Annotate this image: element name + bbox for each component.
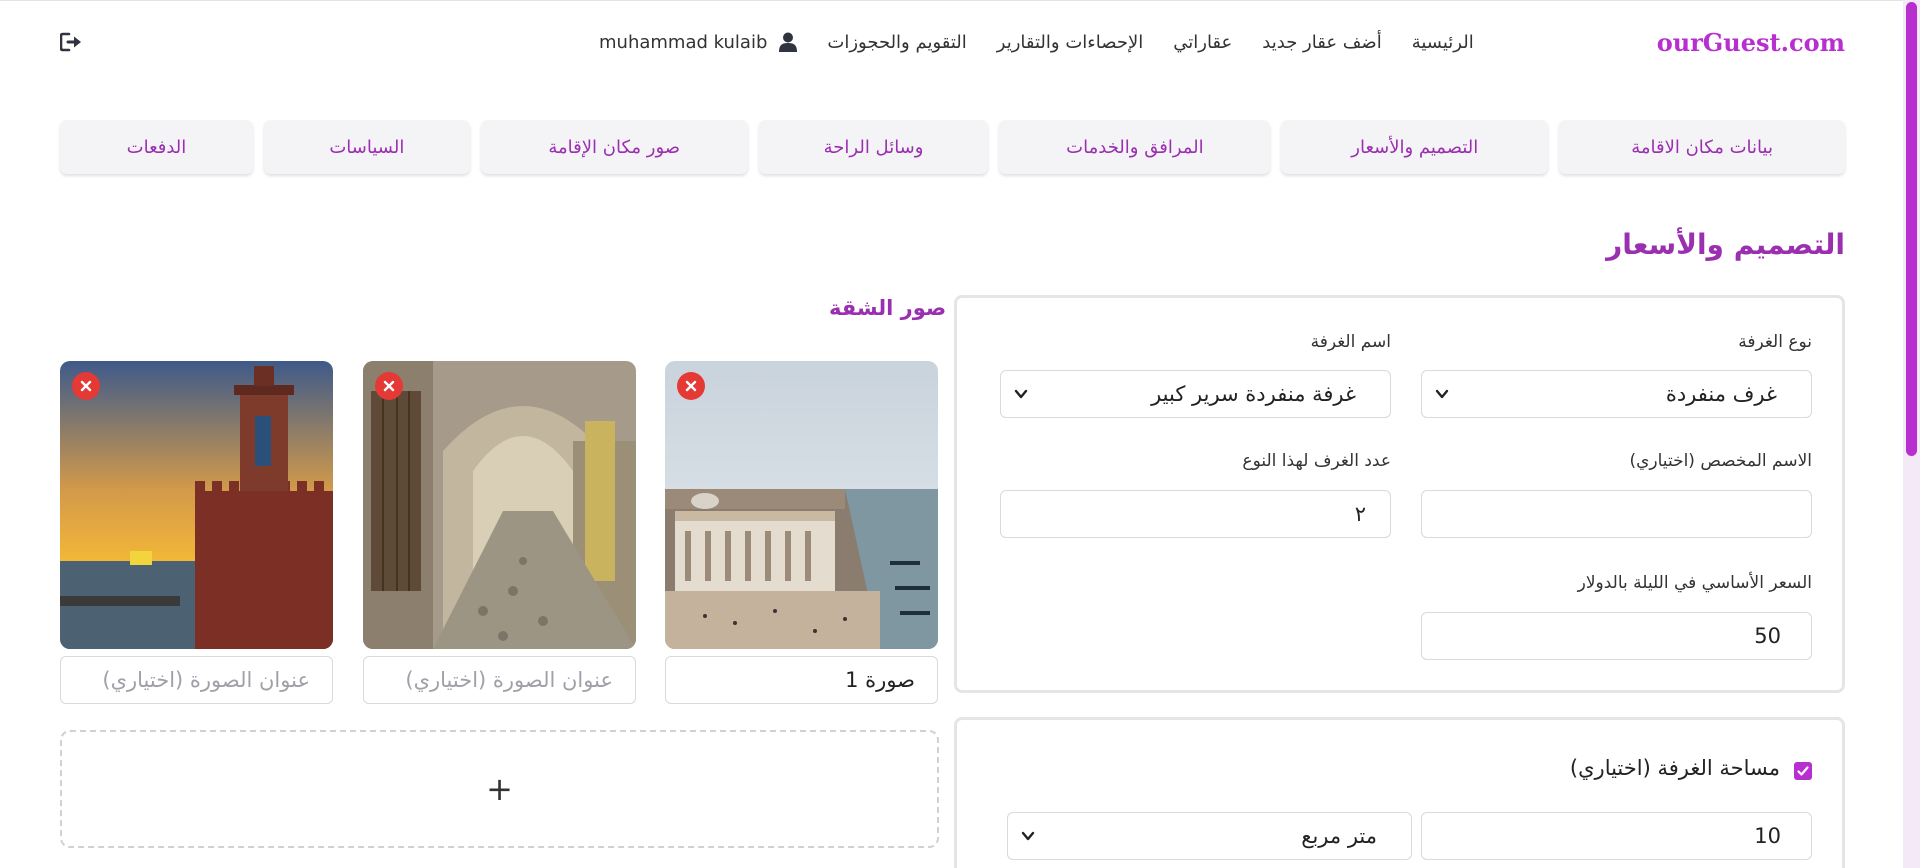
tab-facilities[interactable]: المرافق والخدمات: [999, 120, 1271, 174]
base-price-value: 50: [1754, 624, 1781, 648]
photo-thumbnail[interactable]: [60, 361, 333, 649]
close-icon: [80, 380, 92, 392]
tab-payments[interactable]: الدفعات: [60, 120, 253, 174]
photo-caption-input[interactable]: صورة 1: [665, 656, 938, 704]
close-icon: [685, 380, 697, 392]
tab-amenities[interactable]: وسائل الراحة: [758, 120, 989, 174]
property-tabs: بيانات مكان الاقامة التصميم والأسعار الم…: [60, 120, 1845, 174]
remove-photo-button[interactable]: [72, 372, 100, 400]
scrollbar-track[interactable]: [1903, 0, 1920, 868]
photo-thumbnail[interactable]: [363, 361, 636, 649]
room-area-input[interactable]: 10: [1421, 812, 1812, 860]
room-area-card: مساحة الغرفة (اختياري) 10 متر مربع: [954, 717, 1845, 868]
photos-title: صور الشقة: [829, 296, 947, 320]
room-area-value: 10: [1754, 824, 1781, 848]
room-area-unit-select[interactable]: متر مربع: [1007, 812, 1412, 860]
room-count-value: ٢: [1354, 502, 1366, 526]
tab-property-info[interactable]: بيانات مكان الاقامة: [1559, 120, 1845, 174]
room-name-label: اسم الغرفة: [1310, 332, 1391, 352]
room-area-checkbox[interactable]: [1794, 762, 1812, 780]
remove-photo-button[interactable]: [375, 372, 403, 400]
base-price-input[interactable]: 50: [1421, 612, 1812, 660]
user-icon: [779, 32, 798, 52]
room-count-input[interactable]: ٢: [1000, 490, 1391, 538]
nav-home[interactable]: الرئيسية: [1412, 32, 1474, 53]
user-menu[interactable]: muhammad kulaib: [599, 31, 798, 53]
room-type-value: غرف منفردة: [1665, 382, 1777, 406]
photo-caption-input[interactable]: عنوان الصورة (اختياري): [60, 656, 333, 704]
nav-my-properties[interactable]: عقاراتي: [1173, 32, 1232, 53]
main-nav: الرئيسية أضف عقار جديد عقاراتي الإحصاءات…: [827, 32, 1473, 53]
room-name-value: غرفة منفردة سرير كبير: [1151, 382, 1356, 406]
nav-add-property[interactable]: أضف عقار جديد: [1262, 32, 1381, 53]
room-area-label: مساحة الغرفة (اختياري): [1569, 756, 1780, 780]
check-icon: [1797, 766, 1809, 776]
room-count-label: عدد الغرف لهذا النوع: [1242, 451, 1391, 471]
room-name-select[interactable]: غرفة منفردة سرير كبير: [1000, 370, 1391, 418]
add-photo-button[interactable]: +: [60, 730, 939, 848]
user-name: muhammad kulaib: [599, 31, 768, 53]
custom-name-label: الاسم المخصص (اختياري): [1629, 451, 1812, 471]
photo-caption-placeholder: عنوان الصورة (اختياري): [102, 668, 310, 692]
room-details-card: نوع الغرفة غرف منفردة اسم الغرفة غرفة من…: [954, 295, 1845, 693]
nav-statistics[interactable]: الإحصاءات والتقارير: [997, 32, 1143, 53]
remove-photo-button[interactable]: [677, 372, 705, 400]
base-price-label: السعر الأساسي في الليلة بالدولار: [1577, 573, 1812, 593]
photo-minaret-sunset: [60, 361, 333, 649]
room-type-label: نوع الغرفة: [1738, 332, 1812, 352]
tab-policies[interactable]: السياسات: [263, 120, 470, 174]
brand-logo[interactable]: ourGuest.com: [1657, 28, 1845, 57]
logout-icon[interactable]: [60, 32, 84, 52]
photo-caption-placeholder: عنوان الصورة (اختياري): [405, 668, 613, 692]
header: ourGuest.com الرئيسية أضف عقار جديد عقار…: [60, 22, 1845, 62]
photo-caption-value: صورة 1: [845, 668, 915, 692]
chevron-down-icon: [1014, 389, 1028, 399]
tab-design-prices[interactable]: التصميم والأسعار: [1281, 120, 1549, 174]
room-area-unit-value: متر مربع: [1301, 824, 1377, 848]
custom-name-input[interactable]: [1421, 490, 1812, 538]
tab-photos[interactable]: صور مكان الإقامة: [480, 120, 748, 174]
chevron-down-icon: [1435, 389, 1449, 399]
photo-thumbnail[interactable]: [665, 361, 938, 649]
top-border: [0, 0, 1920, 1]
nav-calendar[interactable]: التقويم والحجوزات: [827, 32, 966, 53]
room-type-select[interactable]: غرف منفردة: [1421, 370, 1812, 418]
chevron-down-icon: [1021, 831, 1035, 841]
plus-icon: +: [486, 770, 513, 808]
photo-caption-input[interactable]: عنوان الصورة (اختياري): [363, 656, 636, 704]
section-title: التصميم والأسعار: [1606, 228, 1845, 261]
photo-stone-alley: [363, 361, 636, 649]
scrollbar-thumb[interactable]: [1906, 2, 1917, 456]
close-icon: [383, 380, 395, 392]
photo-city-square: [665, 361, 938, 649]
